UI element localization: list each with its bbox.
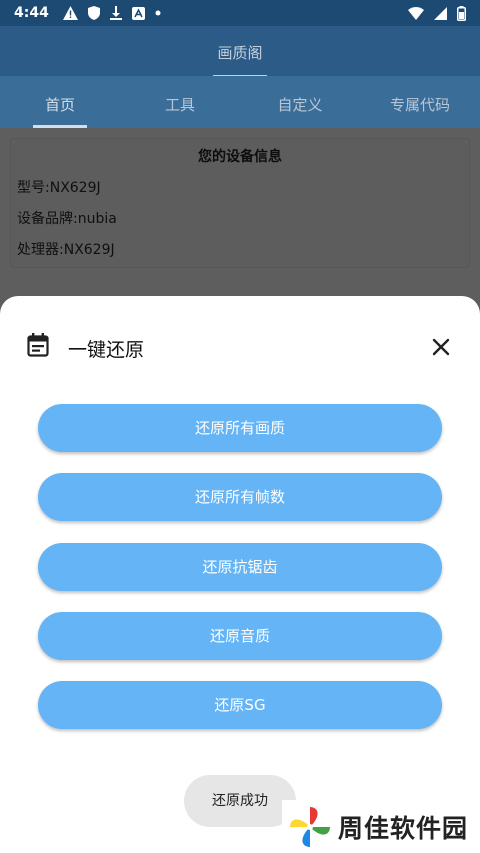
- watermark: 周佳软件园: [282, 800, 478, 853]
- restore-sg-button[interactable]: 还原SG: [38, 681, 442, 729]
- tab-bar: 首页 工具 自定义 专属代码: [0, 76, 480, 128]
- app-bar: 画质阁: [0, 26, 480, 77]
- device-info-card: 您的设备信息 型号:NX629J 设备品牌:nubia 处理器:NX629J: [10, 138, 470, 268]
- tab-exclusive-code[interactable]: 专属代码: [360, 76, 480, 128]
- calendar-icon: [27, 333, 49, 357]
- device-model: 型号:NX629J: [17, 180, 101, 196]
- app-a-icon: [131, 6, 145, 20]
- sheet-title: 一键还原: [68, 339, 145, 361]
- tab-home[interactable]: 首页: [0, 76, 120, 128]
- device-info-title: 您的设备信息: [198, 149, 282, 165]
- watermark-text: 周佳软件园: [338, 813, 469, 843]
- download-icon: [109, 6, 122, 20]
- device-brand: 设备品牌:nubia: [17, 211, 117, 227]
- restore-all-fps-button[interactable]: 还原所有帧数: [38, 473, 442, 521]
- restore-all-quality-button[interactable]: 还原所有画质: [38, 404, 442, 452]
- signal-icon: [434, 6, 447, 20]
- sheet-header: 一键还原: [0, 296, 480, 396]
- wifi-icon: [408, 6, 424, 20]
- tab-custom[interactable]: 自定义: [240, 76, 360, 128]
- shield-icon: [87, 6, 100, 20]
- battery-icon: [457, 5, 466, 21]
- close-icon[interactable]: [428, 334, 454, 360]
- restore-antialiasing-button[interactable]: 还原抗锯齿: [38, 543, 442, 591]
- status-bar: 4:44: [0, 0, 480, 26]
- app-title: 画质阁: [213, 42, 267, 77]
- pinwheel-logo-icon: [288, 805, 332, 849]
- dot-icon: [155, 10, 161, 16]
- device-processor: 处理器:NX629J: [17, 242, 115, 258]
- restore-audio-button[interactable]: 还原音质: [38, 612, 442, 660]
- warning-icon: [62, 6, 78, 20]
- status-time: 4:44: [14, 5, 49, 21]
- tab-tools[interactable]: 工具: [120, 76, 240, 128]
- toast-message: 还原成功: [184, 775, 296, 827]
